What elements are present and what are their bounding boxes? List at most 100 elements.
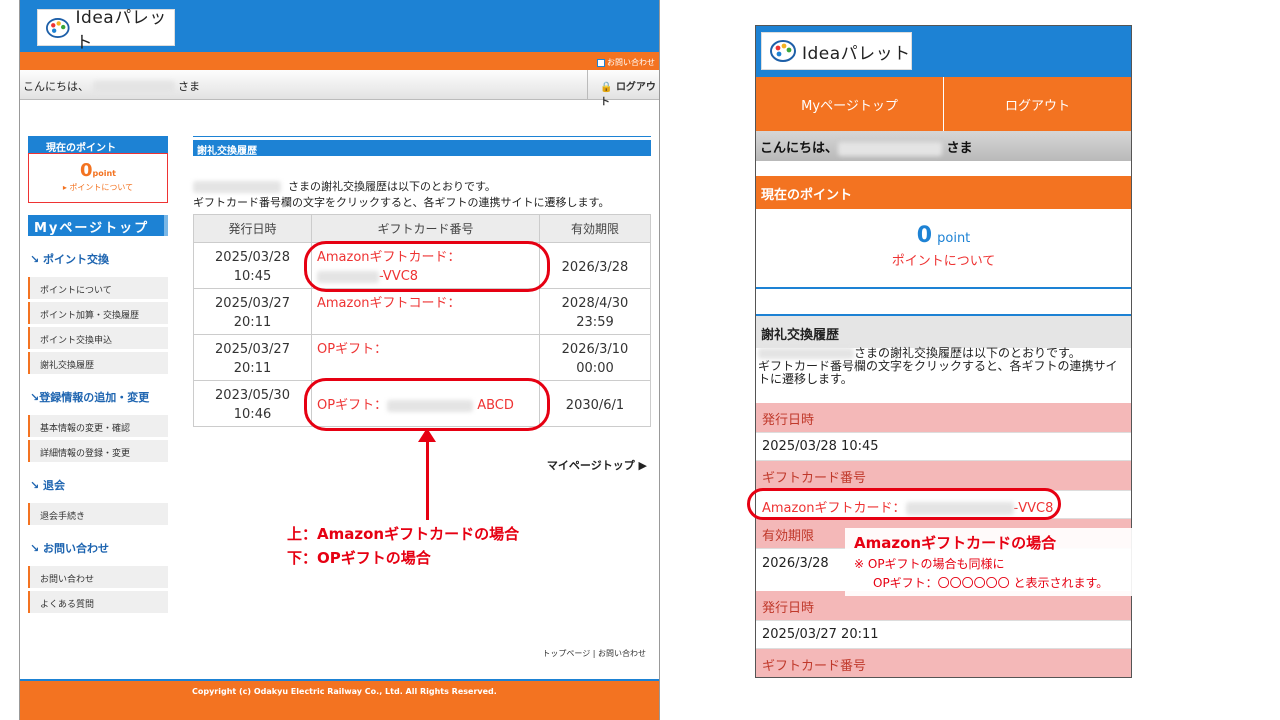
time-text: 10:46 (233, 407, 272, 422)
site-logo[interactable]: Ideaパレット (761, 32, 912, 70)
nav-mypage-top[interactable]: Myページトップ (756, 77, 944, 131)
site-header: Ideaパレット (20, 0, 659, 53)
nav-logout[interactable]: ログアウト (944, 77, 1131, 131)
site-footer: Copyright (c) Odakyu Electric Railway Co… (20, 679, 659, 720)
sidebar-section-title: ↘ 退会 (30, 479, 66, 492)
section-title-text: 登録情報の追加・変更 (39, 391, 150, 404)
points-value: 0 (79, 160, 93, 181)
section-title-text: ポイント交換 (43, 253, 110, 266)
header-contact-link[interactable]: お問い合わせ (597, 57, 655, 68)
logo-text: Ideaパレット (75, 7, 167, 53)
intro-line: さまの謝礼交換履歴は以下のとおりです。 (288, 180, 496, 193)
column-header: ギフトカード番号 (311, 214, 540, 243)
issue-date-cell: 2025/03/27 20:11 (193, 288, 312, 335)
header-contact-label: お問い合わせ (607, 58, 655, 67)
greeting-bar: こんにちは、 さま (756, 131, 1131, 161)
sidebar-item[interactable]: 退会手続き (28, 503, 168, 525)
time-text: 10:45 (233, 269, 272, 284)
sidebar-mypage-top[interactable]: Myページトップ (28, 215, 168, 236)
points-box: 0point ▸ ポイントについて (28, 153, 168, 203)
gift-label: Amazonギフトコード： (317, 296, 461, 311)
greeting-text: こんにちは、 さま (23, 78, 200, 94)
logout-button[interactable]: 🔒 ログアウト (587, 70, 659, 108)
field-label: 発行日時 (756, 403, 1131, 432)
sidebar-section-title: ↘登録情報の追加・変更 (30, 391, 150, 404)
sidebar-section-title: ↘ お問い合わせ (30, 542, 110, 555)
sidebar-item[interactable]: ポイント加算・交換履歴 (28, 302, 168, 324)
callout-title: Amazonギフトカードの場合 (854, 534, 1057, 552)
date-text: 2025/03/27 (215, 296, 290, 311)
gift-card-link[interactable]: Amazonギフトコード： (311, 288, 540, 335)
field-value: 2025/03/28 10:45 (756, 432, 1131, 461)
table-row: 2025/03/27 20:11 Amazonギフトコード： 2028/4/30 2… (193, 288, 651, 335)
mail-icon (597, 58, 605, 67)
points-box: 0 point ポイントについて (756, 209, 1131, 289)
section-title-text: お問い合わせ (43, 542, 110, 555)
sidebar-item[interactable]: 謝礼交換履歴 (28, 352, 168, 374)
mobile-nav: Myページトップ ログアウト (756, 77, 1131, 131)
issue-date-cell: 2025/03/27 20:11 (193, 334, 312, 381)
field-value: 2025/03/27 20:11 (756, 620, 1131, 649)
date-text: 2025/03/28 (215, 250, 290, 265)
blurred-username (92, 81, 175, 93)
logo-text: Ideaパレット (802, 43, 911, 64)
sidebar-section-title: ↘ ポイント交換 (30, 253, 110, 266)
points-unit: point (937, 231, 971, 246)
time-text: 20:11 (233, 315, 272, 330)
sidebar-item[interactable]: ポイント交換申込 (28, 327, 168, 349)
expiry-cell: 2030/6/1 (539, 380, 651, 427)
intro-line: さまの謝礼交換履歴は以下のとおりです。 (854, 346, 1081, 360)
blurred-username (193, 181, 281, 193)
page-title: 謝礼交換履歴 (193, 140, 651, 157)
greeting-suffix: さま (178, 80, 200, 93)
expiry-text: 2030/6/1 (565, 398, 625, 413)
intro-line: ギフトカード番号欄の文字をクリックすると、各ギフトの連携サイトに遷移します。 (193, 196, 610, 209)
date-text: 2025/03/27 (215, 342, 290, 357)
footer-links[interactable]: トップページ | お問い合わせ (542, 648, 646, 659)
issue-date-cell: 2023/05/30 10:46 (193, 380, 312, 427)
mypage-top-link[interactable]: マイページトップ ▶ (547, 457, 647, 473)
blurred-username (758, 348, 854, 359)
greeting-suffix: さま (946, 141, 973, 156)
time-text: 20:11 (233, 361, 272, 376)
desktop-screenshot: Ideaパレット お問い合わせ こんにちは、 さま 🔒 ログアウト 現在のポイン… (19, 0, 660, 720)
expiry-text: 2026/3/28 (561, 260, 629, 275)
palette-icon (770, 40, 796, 62)
expiry-cell: 2028/4/30 23:59 (539, 288, 651, 335)
issue-date-cell: 2025/03/28 10:45 (193, 242, 312, 289)
mobile-header: Ideaパレット (756, 26, 1131, 77)
callout-line: OPギフト：〇〇〇〇〇〇 と表示されます。 (873, 576, 1109, 590)
field-label: ギフトカード番号 (756, 649, 1131, 677)
points-about-label: ポイントについて (69, 183, 134, 192)
blurred-username (838, 141, 943, 156)
points-about-link[interactable]: ポイントについて (756, 250, 1131, 269)
points-title: 現在のポイント (28, 136, 168, 154)
gift-label: OPギフト： (317, 342, 388, 357)
section-title-text: 退会 (43, 479, 66, 492)
sidebar-item[interactable]: よくある質問 (28, 591, 168, 613)
column-header: 有効期限 (539, 214, 651, 243)
sidebar-item[interactable]: 基本情報の変更・確認 (28, 415, 168, 437)
history-title: 謝礼交換履歴 (756, 314, 1131, 348)
date-text: 2023/05/30 (215, 388, 290, 403)
copyright-text: Copyright (c) Odakyu Electric Railway Co… (192, 687, 497, 696)
callout-note: Amazonギフトカードの場合 ※ OPギフトの場合も同様に OPギフト：〇〇〇… (845, 528, 1137, 596)
expiry-text: 2028/4/30 (561, 296, 629, 311)
site-logo[interactable]: Ideaパレット (37, 8, 175, 53)
sidebar-item[interactable]: お問い合わせ (28, 566, 168, 588)
expiry-cell: 2026/3/28 (539, 242, 651, 289)
greeting-bar: こんにちは、 さま 🔒 ログアウト (20, 70, 659, 108)
table-row: 2025/03/27 20:11 OPギフト： 2026/3/10 00:00 (193, 334, 651, 381)
points-value: 0 (916, 223, 933, 248)
sidebar-item[interactable]: 詳細情報の登録・変更 (28, 440, 168, 462)
points-title: 現在のポイント (756, 176, 1131, 209)
greeting-prefix: こんにちは、 (23, 80, 89, 93)
orange-bar (20, 52, 659, 70)
points-unit: point (92, 169, 116, 178)
highlight-oval (304, 378, 550, 431)
sidebar-item[interactable]: ポイントについて (28, 277, 168, 299)
gift-card-link[interactable]: OPギフト： (311, 334, 540, 381)
palette-icon (46, 17, 70, 38)
field-label: ギフトカード番号 (756, 461, 1131, 490)
points-about-link[interactable]: ▸ ポイントについて (29, 182, 167, 193)
